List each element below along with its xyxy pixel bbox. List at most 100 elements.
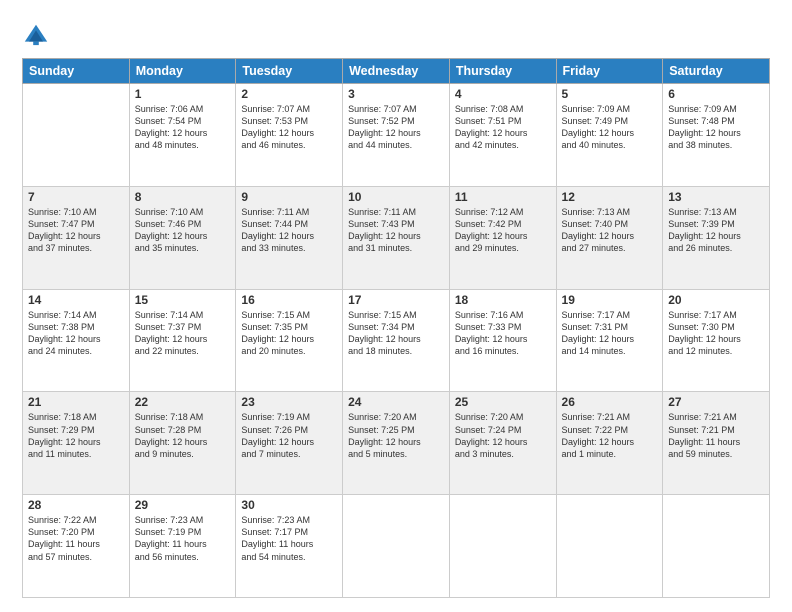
calendar-cell: 10 Sunrise: 7:11 AM Sunset: 7:43 PM Dayli… (343, 186, 450, 289)
day-info: Sunrise: 7:17 AM Sunset: 7:30 PM Dayligh… (668, 309, 764, 358)
day-info: Sunrise: 7:18 AM Sunset: 7:29 PM Dayligh… (28, 411, 124, 460)
day-info: Sunrise: 7:11 AM Sunset: 7:43 PM Dayligh… (348, 206, 444, 255)
day-info: Sunrise: 7:21 AM Sunset: 7:22 PM Dayligh… (562, 411, 658, 460)
calendar-cell: 11 Sunrise: 7:12 AM Sunset: 7:42 PM Dayli… (449, 186, 556, 289)
day-number: 25 (455, 395, 551, 409)
calendar-cell: 29Sunrise: 7:23 AM Sunset: 7:19 PM Dayli… (129, 495, 236, 598)
calendar-week-3: 14Sunrise: 7:14 AM Sunset: 7:38 PM Dayli… (23, 289, 770, 392)
day-info: Sunrise: 7:14 AM Sunset: 7:38 PM Dayligh… (28, 309, 124, 358)
calendar-week-1: 1Sunrise: 7:06 AM Sunset: 7:54 PM Daylig… (23, 84, 770, 187)
page: SundayMondayTuesdayWednesdayThursdayFrid… (0, 0, 792, 612)
day-number: 5 (562, 87, 658, 101)
calendar-cell: 28 Sunrise: 7:22 AM Sunset: 7:20 PM Dayli… (23, 495, 130, 598)
calendar-cell (23, 84, 130, 187)
day-info: Sunrise: 7:19 AM Sunset: 7:26 PM Dayligh… (241, 411, 337, 460)
day-number: 10 (348, 190, 444, 204)
weekday-header-tuesday: Tuesday (236, 59, 343, 84)
day-info: Sunrise: 7:08 AM Sunset: 7:51 PM Dayligh… (455, 103, 551, 152)
day-number: 15 (135, 293, 231, 307)
day-info: Sunrise: 7:16 AM Sunset: 7:33 PM Dayligh… (455, 309, 551, 358)
calendar-cell: 3Sunrise: 7:07 AM Sunset: 7:52 PM Daylig… (343, 84, 450, 187)
day-number: 11 (455, 190, 551, 204)
calendar-cell: 1Sunrise: 7:06 AM Sunset: 7:54 PM Daylig… (129, 84, 236, 187)
logo (22, 22, 54, 50)
day-number: 19 (562, 293, 658, 307)
day-info: Sunrise: 7:14 AM Sunset: 7:37 PM Dayligh… (135, 309, 231, 358)
day-info: Sunrise: 7:15 AM Sunset: 7:35 PM Dayligh… (241, 309, 337, 358)
calendar: SundayMondayTuesdayWednesdayThursdayFrid… (22, 58, 770, 598)
logo-icon (22, 22, 50, 50)
day-number: 6 (668, 87, 764, 101)
calendar-cell (343, 495, 450, 598)
day-number: 17 (348, 293, 444, 307)
calendar-cell (556, 495, 663, 598)
calendar-week-2: 7 Sunrise: 7:10 AM Sunset: 7:47 PM Daylig… (23, 186, 770, 289)
day-info: Sunrise: 7:07 AM Sunset: 7:52 PM Dayligh… (348, 103, 444, 152)
day-info: Sunrise: 7:10 AM Sunset: 7:46 PM Dayligh… (135, 206, 231, 255)
calendar-cell: 4Sunrise: 7:08 AM Sunset: 7:51 PM Daylig… (449, 84, 556, 187)
day-info: Sunrise: 7:09 AM Sunset: 7:49 PM Dayligh… (562, 103, 658, 152)
calendar-week-4: 21 Sunrise: 7:18 AM Sunset: 7:29 PM Dayli… (23, 392, 770, 495)
calendar-week-5: 28 Sunrise: 7:22 AM Sunset: 7:20 PM Dayli… (23, 495, 770, 598)
day-info: Sunrise: 7:12 AM Sunset: 7:42 PM Dayligh… (455, 206, 551, 255)
calendar-cell: 5 Sunrise: 7:09 AM Sunset: 7:49 PM Daylig… (556, 84, 663, 187)
day-number: 18 (455, 293, 551, 307)
calendar-cell: 16 Sunrise: 7:15 AM Sunset: 7:35 PM Dayli… (236, 289, 343, 392)
calendar-cell: 7 Sunrise: 7:10 AM Sunset: 7:47 PM Daylig… (23, 186, 130, 289)
day-info: Sunrise: 7:09 AM Sunset: 7:48 PM Dayligh… (668, 103, 764, 152)
calendar-cell: 14Sunrise: 7:14 AM Sunset: 7:38 PM Dayli… (23, 289, 130, 392)
day-info: Sunrise: 7:18 AM Sunset: 7:28 PM Dayligh… (135, 411, 231, 460)
day-info: Sunrise: 7:10 AM Sunset: 7:47 PM Dayligh… (28, 206, 124, 255)
calendar-cell: 15 Sunrise: 7:14 AM Sunset: 7:37 PM Dayli… (129, 289, 236, 392)
weekday-header-row: SundayMondayTuesdayWednesdayThursdayFrid… (23, 59, 770, 84)
calendar-cell: 23 Sunrise: 7:19 AM Sunset: 7:26 PM Dayli… (236, 392, 343, 495)
calendar-cell: 17Sunrise: 7:15 AM Sunset: 7:34 PM Dayli… (343, 289, 450, 392)
day-info: Sunrise: 7:22 AM Sunset: 7:20 PM Dayligh… (28, 514, 124, 563)
day-info: Sunrise: 7:11 AM Sunset: 7:44 PM Dayligh… (241, 206, 337, 255)
day-number: 1 (135, 87, 231, 101)
calendar-cell: 6 Sunrise: 7:09 AM Sunset: 7:48 PM Daylig… (663, 84, 770, 187)
calendar-cell: 13 Sunrise: 7:13 AM Sunset: 7:39 PM Dayli… (663, 186, 770, 289)
calendar-cell: 22 Sunrise: 7:18 AM Sunset: 7:28 PM Dayli… (129, 392, 236, 495)
calendar-cell: 19Sunrise: 7:17 AM Sunset: 7:31 PM Dayli… (556, 289, 663, 392)
calendar-cell: 24Sunrise: 7:20 AM Sunset: 7:25 PM Dayli… (343, 392, 450, 495)
day-number: 22 (135, 395, 231, 409)
day-number: 20 (668, 293, 764, 307)
day-number: 13 (668, 190, 764, 204)
day-number: 21 (28, 395, 124, 409)
day-number: 8 (135, 190, 231, 204)
calendar-cell (449, 495, 556, 598)
day-number: 2 (241, 87, 337, 101)
calendar-cell (663, 495, 770, 598)
header (22, 18, 770, 50)
day-number: 28 (28, 498, 124, 512)
day-number: 24 (348, 395, 444, 409)
calendar-cell: 18 Sunrise: 7:16 AM Sunset: 7:33 PM Dayli… (449, 289, 556, 392)
calendar-cell: 21 Sunrise: 7:18 AM Sunset: 7:29 PM Dayli… (23, 392, 130, 495)
calendar-cell: 27 Sunrise: 7:21 AM Sunset: 7:21 PM Dayli… (663, 392, 770, 495)
day-info: Sunrise: 7:13 AM Sunset: 7:40 PM Dayligh… (562, 206, 658, 255)
weekday-header-saturday: Saturday (663, 59, 770, 84)
day-info: Sunrise: 7:13 AM Sunset: 7:39 PM Dayligh… (668, 206, 764, 255)
calendar-cell: 12Sunrise: 7:13 AM Sunset: 7:40 PM Dayli… (556, 186, 663, 289)
day-info: Sunrise: 7:07 AM Sunset: 7:53 PM Dayligh… (241, 103, 337, 152)
weekday-header-monday: Monday (129, 59, 236, 84)
day-number: 27 (668, 395, 764, 409)
calendar-cell: 26 Sunrise: 7:21 AM Sunset: 7:22 PM Dayli… (556, 392, 663, 495)
day-number: 30 (241, 498, 337, 512)
weekday-header-sunday: Sunday (23, 59, 130, 84)
day-number: 23 (241, 395, 337, 409)
calendar-cell: 8 Sunrise: 7:10 AM Sunset: 7:46 PM Daylig… (129, 186, 236, 289)
day-number: 7 (28, 190, 124, 204)
day-number: 29 (135, 498, 231, 512)
day-info: Sunrise: 7:20 AM Sunset: 7:24 PM Dayligh… (455, 411, 551, 460)
day-number: 9 (241, 190, 337, 204)
calendar-cell: 9 Sunrise: 7:11 AM Sunset: 7:44 PM Daylig… (236, 186, 343, 289)
day-info: Sunrise: 7:23 AM Sunset: 7:17 PM Dayligh… (241, 514, 337, 563)
day-number: 16 (241, 293, 337, 307)
weekday-header-thursday: Thursday (449, 59, 556, 84)
weekday-header-wednesday: Wednesday (343, 59, 450, 84)
day-info: Sunrise: 7:21 AM Sunset: 7:21 PM Dayligh… (668, 411, 764, 460)
day-number: 26 (562, 395, 658, 409)
weekday-header-friday: Friday (556, 59, 663, 84)
